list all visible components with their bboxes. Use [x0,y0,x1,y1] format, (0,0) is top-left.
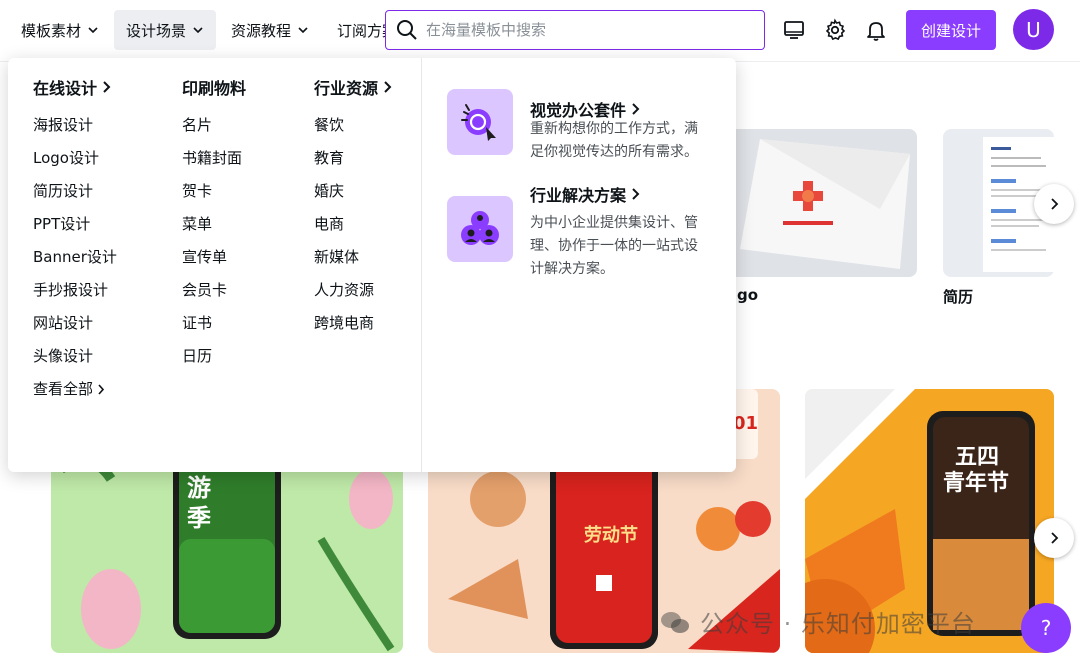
menu-heading-label: 印刷物料 [182,79,247,98]
menu-link[interactable]: 贺卡 [182,175,246,208]
feature-industry-solutions[interactable]: 行业解决方案 为中小企业提供集设计、管理、协作于一体的一站式设计解决方案。 [447,184,727,294]
avatar[interactable]: U [1013,9,1054,50]
menu-link[interactable]: 人力资源 [314,274,392,307]
menu-link[interactable]: 电商 [314,208,392,241]
menu-link[interactable]: 证书 [182,307,246,340]
youth-day-poster-title-bottom: 青年节 [943,471,1010,496]
travel-poster-title: 游季 [187,474,211,532]
visual-suite-icon-graphic [461,104,496,141]
menu-link[interactable]: 婚庆 [314,175,392,208]
nav-resources[interactable]: 资源教程 [219,10,321,50]
create-design-button[interactable]: 创建设计 [906,10,996,50]
watermark-text: 公众号 · 乐知付加密平台 [700,610,976,638]
menu-link[interactable]: 网站设计 [33,307,117,340]
menu-column-online-design: 在线设计 海报设计 Logo设计 简历设计 PPT设计 Banner设计 手抄报… [33,76,117,406]
menu-link[interactable]: 书籍封面 [182,142,246,175]
view-all-label: 查看全部 [33,380,94,398]
wechat-watermark: 公众号 · 乐知付加密平台 [660,604,976,639]
menu-link[interactable]: 跨境电商 [314,307,392,340]
menu-heading-industry[interactable]: 行业资源 [314,76,392,98]
menu-link[interactable]: 简历设计 [33,175,117,208]
gear-icon [825,18,846,41]
menu-link[interactable]: Banner设计 [33,241,117,274]
menu-link[interactable]: 宣传单 [182,241,246,274]
desktop-app-button[interactable] [779,15,809,45]
chevron-right-icon [1051,198,1059,210]
chevron-right-icon [632,103,640,115]
design-scenarios-dropdown: 在线设计 海报设计 Logo设计 简历设计 PPT设计 Banner设计 手抄报… [8,58,736,472]
card-label-logo: go [737,286,759,304]
feature-desc-industry-solutions: 为中小企业提供集设计、管理、协作于一体的一站式设计解决方案。 [530,215,698,277]
menu-link[interactable]: 名片 [182,109,246,142]
menu-heading-online-design[interactable]: 在线设计 [33,76,117,98]
chevron-down-icon [298,27,308,34]
chevron-right-icon [103,81,111,93]
search-input[interactable] [426,21,746,39]
search-icon [397,20,417,40]
card-label-resume: 简历 [943,288,974,306]
notifications-button[interactable] [861,15,891,45]
monitor-icon [784,21,804,39]
feature-title-label: 行业解决方案 [530,186,627,205]
menu-link[interactable]: 日历 [182,340,246,373]
chevron-right-icon [98,384,105,395]
help-button[interactable]: ? [1021,603,1071,653]
nav-pricing-label: 订阅方案 [337,21,385,40]
menu-heading-label: 行业资源 [314,79,379,98]
chevron-down-icon [88,27,98,34]
dropdown-divider [421,58,422,472]
menu-heading-label: 在线设计 [33,79,98,98]
team-solution-icon-graphic [461,211,499,245]
settings-button[interactable] [820,15,850,45]
menu-link[interactable]: 餐饮 [314,109,392,142]
view-all-link[interactable]: 查看全部 [33,373,117,406]
chevron-right-icon [1051,532,1059,544]
top-navigation-bar: 模板素材 设计场景 资源教程 订阅方案 [0,0,1080,62]
search-bar[interactable] [385,10,765,50]
nav-pricing[interactable]: 订阅方案 [325,10,385,50]
menu-link[interactable]: 头像设计 [33,340,117,373]
feature-title-industry-solutions[interactable]: 行业解决方案 [530,182,640,206]
menu-link[interactable]: 菜单 [182,208,246,241]
menu-link[interactable]: 会员卡 [182,274,246,307]
menu-heading-print: 印刷物料 [182,76,246,98]
nav-design-scenarios[interactable]: 设计场景 [114,10,217,50]
nav-templates[interactable]: 模板素材 [9,10,111,50]
chevron-right-icon [384,81,392,93]
menu-link[interactable]: 教育 [314,142,392,175]
feature-visual-suite[interactable]: 视觉办公套件 重新构想你的工作方式，满足你视觉传达的所有需求。 [447,89,727,179]
menu-link[interactable]: PPT设计 [33,208,117,241]
bell-icon [867,22,885,41]
calendar-date: 01 [733,413,759,434]
menu-column-industry: 行业资源 餐饮 教育 婚庆 电商 新媒体 人力资源 跨境电商 [314,76,392,340]
team-solution-icon [447,196,513,262]
nav-design-scenarios-label: 设计场景 [126,21,187,40]
menu-link[interactable]: Logo设计 [33,142,117,175]
menu-link[interactable]: 海报设计 [33,109,117,142]
carousel-next-button-top[interactable] [1034,184,1074,224]
feature-desc-visual-suite: 重新构想你的工作方式，满足你视觉传达的所有需求。 [530,121,698,160]
wechat-icon [661,611,689,633]
menu-link[interactable]: 新媒体 [314,241,392,274]
chevron-right-icon [632,188,640,200]
may-day-poster-title: 劳动节 [584,525,638,546]
nav-resources-label: 资源教程 [231,21,292,40]
nav-templates-label: 模板素材 [21,21,82,40]
menu-link[interactable]: 手抄报设计 [33,274,117,307]
carousel-next-button-bottom[interactable] [1034,518,1074,558]
visual-suite-icon [447,89,513,155]
chevron-down-icon [193,27,203,34]
menu-column-print: 印刷物料 名片 书籍封面 贺卡 菜单 宣传单 会员卡 证书 日历 [182,76,246,373]
